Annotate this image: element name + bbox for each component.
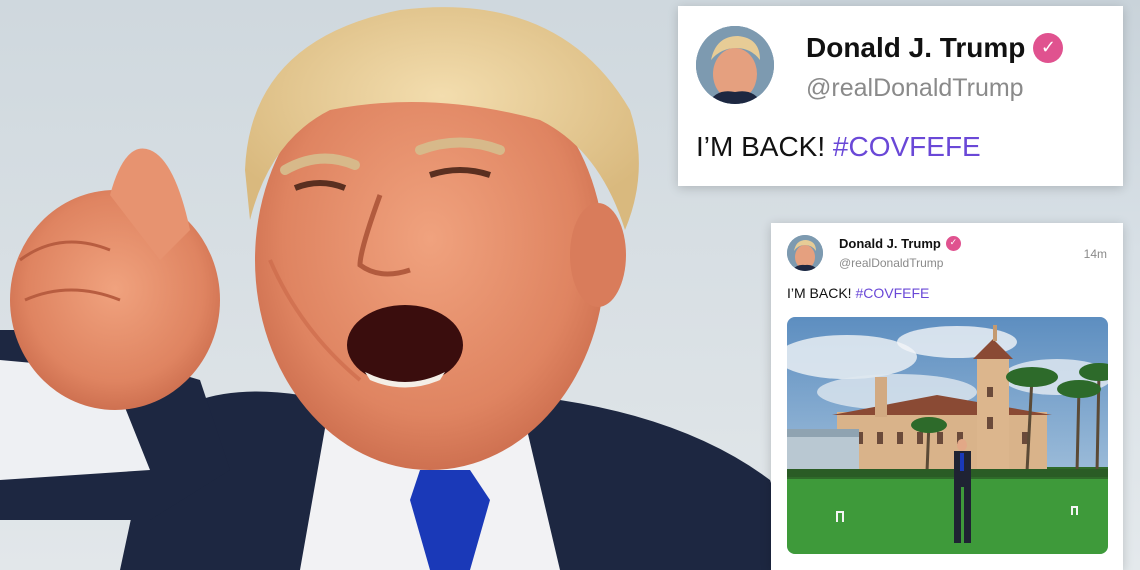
- display-name[interactable]: Donald J. Trump: [839, 236, 941, 251]
- timestamp[interactable]: 14m: [1084, 247, 1107, 261]
- hashtag-link[interactable]: #COVFEFE: [833, 131, 981, 162]
- display-name-row: Donald J. Trump ✓: [806, 32, 1064, 64]
- tweet-text: I’M BACK! #COVFEFE: [787, 285, 929, 301]
- user-handle[interactable]: @realDonaldTrump: [839, 256, 943, 270]
- mansion-photo: [787, 317, 1108, 554]
- user-handle[interactable]: @realDonaldTrump: [806, 74, 1024, 103]
- tweet-text: I’M BACK! #COVFEFE: [696, 131, 981, 163]
- display-name-row: Donald J. Trump ✓: [839, 236, 961, 251]
- tweet-card-large[interactable]: Donald J. Trump ✓ @realDonaldTrump I’M B…: [678, 6, 1123, 186]
- tweet-body: I’M BACK!: [787, 285, 852, 301]
- tweet-body: I’M BACK!: [696, 131, 826, 162]
- check-badge-icon: ✓: [945, 236, 961, 251]
- tweet-media-image[interactable]: [787, 317, 1108, 554]
- avatar[interactable]: [787, 235, 823, 271]
- check-badge-icon: ✓: [1033, 33, 1064, 63]
- display-name[interactable]: Donald J. Trump: [806, 32, 1025, 64]
- hashtag-link[interactable]: #COVFEFE: [855, 285, 929, 301]
- tweet-card-small[interactable]: Donald J. Trump ✓ @realDonaldTrump 14m I…: [771, 223, 1123, 570]
- avatar[interactable]: [696, 26, 774, 104]
